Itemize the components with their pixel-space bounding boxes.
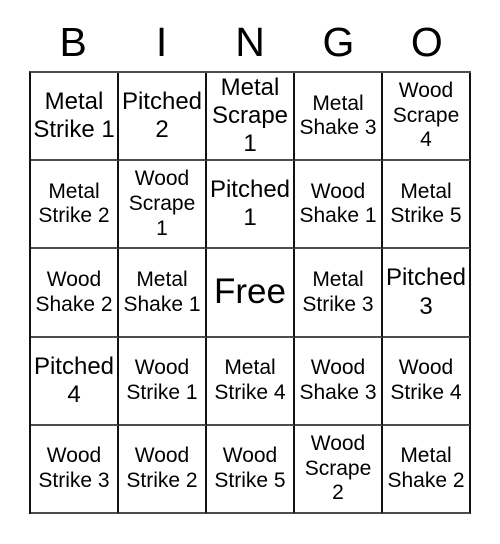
bingo-header-letter-n: N bbox=[235, 19, 265, 65]
bingo-cell-label: Wood Scrape 1 bbox=[128, 167, 196, 240]
bingo-row: Metal Strike 1 Pitched 2 Metal Scrape 1 Met… bbox=[31, 73, 471, 162]
bingo-row: Metal Strike 2 Wood Scrape 1 Pitched 1 Wood… bbox=[31, 161, 471, 250]
bingo-cell-label: Wood Strike 4 bbox=[390, 356, 462, 404]
bingo-cell-label: Metal Strike 5 bbox=[390, 179, 462, 228]
bingo-cell[interactable]: Pitched 3 bbox=[383, 249, 471, 338]
bingo-cell-label: Pitched 2 bbox=[121, 88, 203, 144]
bingo-cell[interactable]: Metal Shake 3 bbox=[295, 73, 383, 162]
bingo-cell[interactable]: Wood Shake 1 bbox=[295, 161, 383, 250]
bingo-cell[interactable]: Wood Scrape 2 bbox=[295, 425, 383, 515]
bingo-cell-label: Metal Strike 3 bbox=[302, 267, 374, 316]
bingo-cell-label: Pitched 3 bbox=[385, 264, 467, 320]
bingo-cell[interactable]: Wood Shake 3 bbox=[295, 337, 383, 426]
bingo-cell[interactable]: Wood Strike 1 bbox=[119, 337, 207, 426]
bingo-header-letter-g: G bbox=[322, 19, 355, 65]
bingo-cell[interactable]: Wood Strike 4 bbox=[383, 337, 471, 426]
bingo-cell-label: Wood Strike 1 bbox=[126, 356, 198, 404]
bingo-cell[interactable]: Wood Strike 3 bbox=[31, 425, 119, 515]
bingo-row: Wood Shake 2 Metal Shake 1 Free Metal Strik… bbox=[31, 249, 471, 338]
bingo-cell-label: Metal Shake 1 bbox=[123, 267, 201, 316]
bingo-cell[interactable]: Pitched 1 bbox=[207, 161, 295, 250]
bingo-header-row: B I N G O bbox=[29, 14, 471, 71]
bingo-cell[interactable]: Metal Shake 2 bbox=[383, 425, 471, 515]
bingo-cell[interactable]: Pitched 2 bbox=[119, 73, 207, 162]
bingo-cell[interactable]: Metal Strike 3 bbox=[295, 249, 383, 338]
bingo-cell-label: Wood Shake 1 bbox=[299, 179, 377, 228]
bingo-row: Wood Strike 3 Wood Strike 2 Wood Strike 5 W… bbox=[31, 425, 471, 515]
bingo-cell-label: Wood Strike 5 bbox=[214, 444, 286, 492]
bingo-cell-label: Pitched 4 bbox=[33, 352, 115, 408]
bingo-cell-label: Metal Scrape 1 bbox=[211, 73, 289, 158]
bingo-cell[interactable]: Wood Scrape 4 bbox=[383, 73, 471, 162]
bingo-grid: Metal Strike 1 Pitched 2 Metal Scrape 1 Met… bbox=[29, 71, 471, 515]
bingo-cell-label: Wood Strike 3 bbox=[38, 444, 110, 492]
bingo-cell[interactable]: Metal Strike 5 bbox=[383, 161, 471, 250]
bingo-cell[interactable]: Metal Strike 1 bbox=[31, 73, 119, 162]
bingo-card: B I N G O Metal Strike 1 Pitched 2 Metal S… bbox=[0, 0, 500, 544]
bingo-header-letter-i: I bbox=[155, 19, 168, 65]
bingo-cell[interactable]: Wood Strike 2 bbox=[119, 425, 207, 515]
bingo-cell[interactable]: Metal Strike 2 bbox=[31, 161, 119, 250]
bingo-cell-label: Metal Strike 1 bbox=[33, 88, 115, 144]
bingo-cell[interactable]: Metal Shake 1 bbox=[119, 249, 207, 338]
bingo-row: Pitched 4 Wood Strike 1 Metal Strike 4 Wood… bbox=[31, 337, 471, 426]
bingo-cell-label: Free bbox=[214, 272, 286, 312]
bingo-cell[interactable]: Pitched 4 bbox=[31, 337, 119, 426]
bingo-cell-label: Wood Scrape 2 bbox=[304, 432, 372, 505]
bingo-cell-label: Wood Strike 2 bbox=[126, 444, 198, 492]
bingo-cell[interactable]: Metal Scrape 1 bbox=[207, 73, 295, 162]
bingo-cell-free[interactable]: Free bbox=[207, 249, 295, 338]
bingo-cell-label: Wood Shake 3 bbox=[299, 356, 377, 404]
bingo-cell[interactable]: Metal Strike 4 bbox=[207, 337, 295, 426]
bingo-header-letter-b: B bbox=[59, 19, 87, 65]
bingo-cell-label: Metal Shake 3 bbox=[299, 91, 377, 140]
bingo-cell-label: Metal Strike 2 bbox=[38, 179, 110, 228]
bingo-cell[interactable]: Wood Shake 2 bbox=[31, 249, 119, 338]
bingo-cell-label: Metal Strike 4 bbox=[214, 356, 286, 404]
bingo-cell-label: Metal Shake 2 bbox=[387, 444, 465, 492]
bingo-cell[interactable]: Wood Strike 5 bbox=[207, 425, 295, 515]
bingo-cell[interactable]: Wood Scrape 1 bbox=[119, 161, 207, 250]
bingo-header-letter-o: O bbox=[410, 19, 443, 65]
bingo-cell-label: Pitched 1 bbox=[209, 176, 291, 232]
bingo-cell-label: Wood Shake 2 bbox=[35, 267, 113, 316]
bingo-cell-label: Wood Scrape 4 bbox=[392, 79, 460, 152]
